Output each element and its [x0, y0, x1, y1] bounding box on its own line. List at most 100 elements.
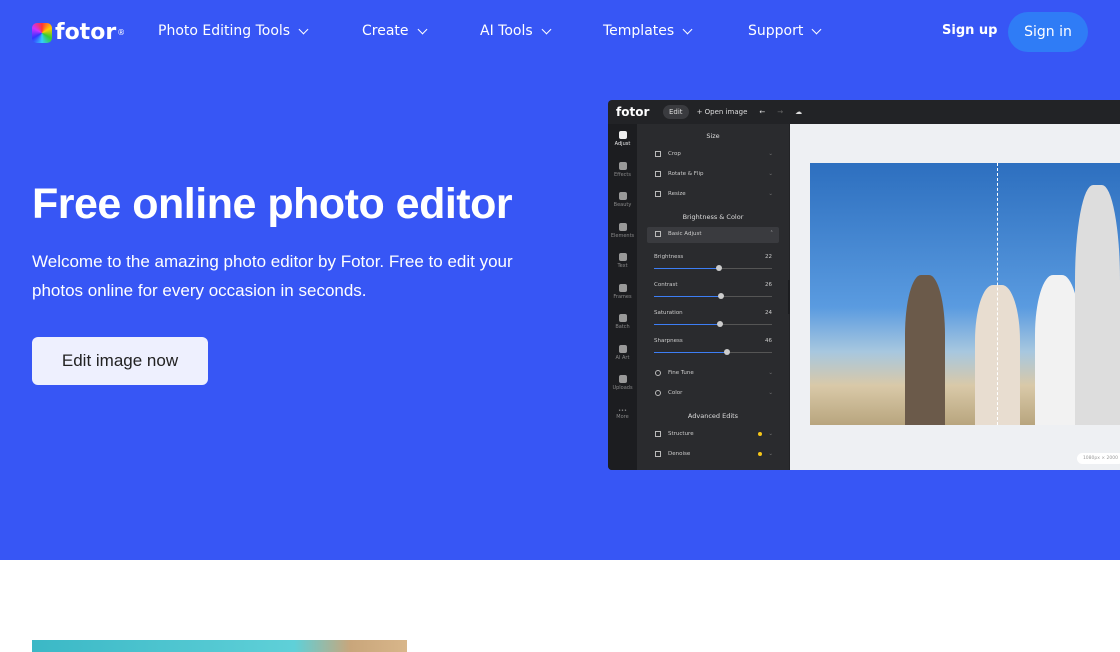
chevron-down-icon: [811, 24, 822, 34]
slider-fill: [654, 296, 721, 297]
row-label: Fine Tune: [668, 370, 694, 376]
logo-icon: [32, 22, 52, 43]
slider-fill: [654, 268, 720, 269]
brightness-color-heading: Brightness & Color: [682, 213, 744, 221]
slider-knob: [723, 349, 730, 355]
rail-elements: Elements: [608, 216, 637, 247]
rail-label: AI Art: [615, 354, 630, 361]
fotor-logo[interactable]: fotor ®: [32, 20, 125, 45]
nav-ai-tools[interactable]: AI Tools: [480, 23, 552, 39]
slider-value: 24: [765, 310, 772, 316]
basic-adjust-row: Basic Adjust ˆ: [655, 231, 773, 237]
slider-track: [654, 321, 772, 327]
photo-person: [905, 275, 945, 425]
upload-icon: [618, 375, 627, 384]
rail-beauty: Beauty: [608, 185, 637, 216]
rail-label: More: [616, 413, 629, 420]
rail-adjust: Adjust: [608, 124, 637, 155]
crop-icon: [655, 151, 661, 157]
rail-label: Batch: [615, 324, 630, 331]
nav-create[interactable]: Create: [362, 23, 427, 39]
elements-icon: [618, 222, 627, 231]
slider-brightness: Brightness 22: [654, 254, 772, 271]
chevron-down-icon: ⌄: [768, 431, 773, 437]
slider-sharpness: Sharpness 46: [654, 338, 772, 355]
top-nav: fotor ® Photo Editing Tools Create AI Too…: [0, 0, 1120, 64]
photo-person: [1075, 185, 1120, 425]
color-icon: [655, 390, 661, 396]
slider-label: Saturation: [654, 310, 683, 316]
row-label: Crop: [668, 151, 681, 157]
size-heading: Size: [706, 132, 720, 140]
slider-track: [654, 349, 772, 355]
sliders-icon: [655, 231, 661, 237]
slider-label: Contrast: [654, 282, 678, 288]
adjust-icon: [618, 131, 627, 140]
rotate-icon: [655, 171, 661, 177]
rail-uploads: Uploads: [608, 368, 637, 399]
nav-label: AI Tools: [480, 23, 533, 39]
rail-effects: Effects: [608, 155, 637, 186]
beauty-icon: [618, 192, 627, 201]
rail-label: Text: [617, 263, 628, 270]
nav-support[interactable]: Support: [748, 23, 822, 39]
slider-track: [654, 293, 772, 299]
chevron-down-icon: [417, 24, 427, 34]
premium-dot: [758, 452, 763, 456]
row-label: Basic Adjust: [668, 231, 702, 237]
registered-mark: ®: [117, 28, 126, 37]
edit-menu: Edit: [663, 105, 689, 119]
chevron-down-icon: [298, 24, 309, 34]
premium-dot: [758, 432, 763, 436]
slider-label: Sharpness: [654, 338, 683, 344]
row-label: Color: [668, 390, 683, 396]
chevron-down-icon: [541, 24, 552, 34]
rail-more: ••• More: [608, 399, 637, 430]
sign-in-button[interactable]: Sign in: [1008, 12, 1088, 52]
nav-label: Support: [748, 23, 804, 39]
drop-icon: [655, 370, 661, 376]
slider-knob: [716, 265, 723, 271]
editor-toolbar: fotor Edit + Open image ← → ☁: [608, 100, 1120, 124]
denoise-icon: [655, 451, 661, 457]
chevron-down-icon: ⌄: [768, 191, 773, 197]
sign-up-link[interactable]: Sign up: [942, 23, 997, 38]
resize-icon: [655, 191, 661, 197]
effects-icon: [618, 161, 627, 170]
redo-icon: →: [777, 108, 784, 116]
fine-tune-row: Fine Tune ⌄: [655, 370, 773, 376]
rail-ai-art: AI Art: [608, 338, 637, 369]
image-dimensions: 1080px × 2000: [1076, 453, 1120, 464]
nav-templates[interactable]: Templates: [603, 23, 693, 39]
editor-logo: fotor: [616, 105, 650, 119]
chevron-up-icon: ˆ: [770, 231, 773, 237]
slider-label: Brightness: [654, 254, 684, 260]
row-label: Resize: [668, 191, 686, 197]
chevron-down-icon: ⌄: [768, 390, 773, 396]
rail-label: Uploads: [612, 385, 633, 392]
slider-fill: [654, 352, 727, 353]
rail-label: Beauty: [613, 202, 632, 209]
rail-frames: Frames: [608, 277, 637, 308]
page-title: Free online photo editor: [32, 180, 513, 228]
nav-label: Create: [362, 23, 409, 39]
rotate-row: Rotate & Flip ⌄: [655, 171, 773, 177]
nav-photo-editing-tools[interactable]: Photo Editing Tools: [158, 23, 309, 39]
edit-image-now-button[interactable]: Edit image now: [32, 337, 208, 385]
crop-row: Crop ⌄: [655, 151, 773, 157]
adjust-panel: Size Crop ⌄ Rotate & Flip ⌄ Resize ⌄ Bright…: [637, 124, 789, 470]
photo-person: [1035, 275, 1080, 425]
brand-name: fotor: [55, 20, 117, 45]
open-image: + Open image: [696, 108, 748, 116]
cloud-icon: ☁: [795, 108, 803, 116]
slider-contrast: Contrast 26: [654, 282, 772, 299]
rail-label: Elements: [610, 232, 635, 239]
row-label: Rotate & Flip: [668, 171, 704, 177]
editor-rail: Adjust Effects Beauty Elements Text Fram…: [608, 124, 637, 470]
chevron-down-icon: [682, 24, 693, 34]
compare-divider: [997, 163, 998, 425]
text-icon: [618, 253, 627, 262]
frames-icon: [618, 283, 627, 292]
editor-canvas: 1080px × 2000: [790, 124, 1120, 470]
slider-track: [654, 265, 772, 271]
